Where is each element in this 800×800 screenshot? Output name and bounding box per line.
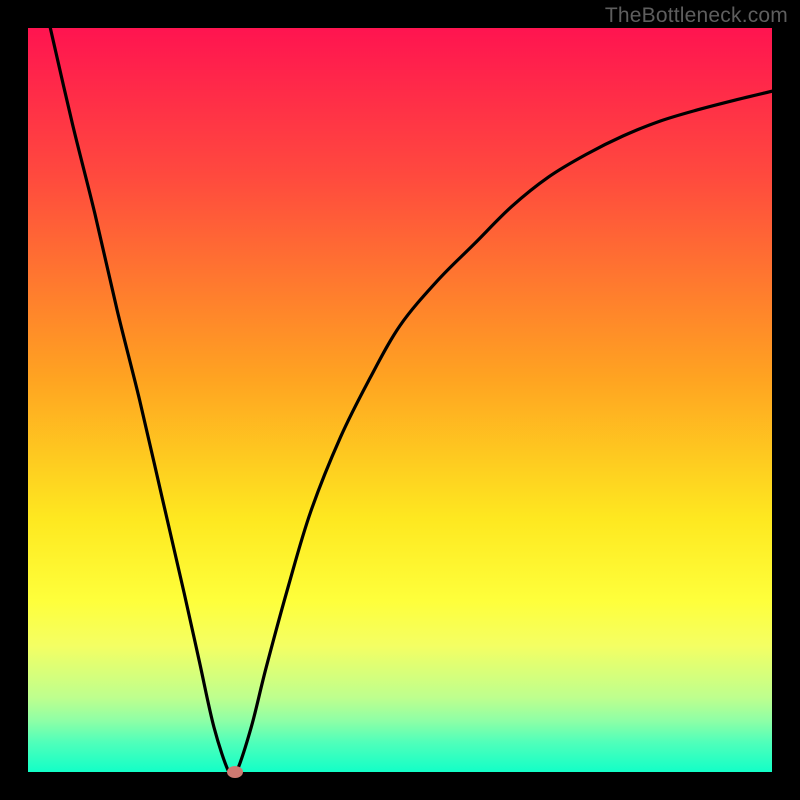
- optimum-marker: [227, 766, 243, 778]
- watermark-text: TheBottleneck.com: [605, 4, 788, 28]
- chart-frame: [28, 28, 772, 772]
- chart-svg: [28, 28, 772, 772]
